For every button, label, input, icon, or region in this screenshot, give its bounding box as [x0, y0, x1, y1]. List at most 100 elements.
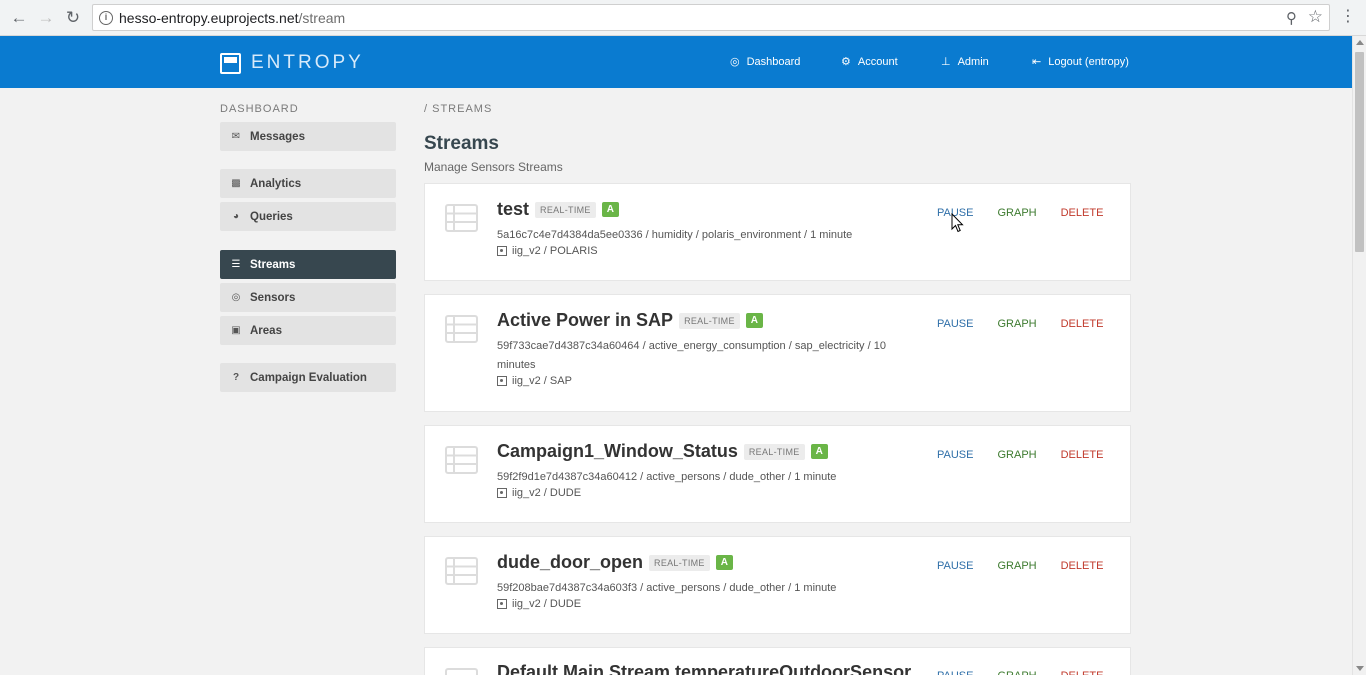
location-icon: [497, 488, 507, 498]
map-icon: ▣: [231, 325, 241, 336]
nav-logout[interactable]: ⇤ Logout (entropy): [1032, 55, 1129, 69]
pause-button[interactable]: PAUSE: [937, 560, 973, 572]
pause-button[interactable]: PAUSE: [937, 449, 973, 461]
sidebar-item-sensors[interactable]: ◎ Sensors: [220, 283, 396, 312]
delete-button[interactable]: DELETE: [1061, 207, 1104, 219]
inbox-icon: ✉: [231, 131, 241, 142]
stream-title[interactable]: Default Main Stream temperatureOutdoorSe…: [497, 662, 911, 675]
bookmark-star-icon[interactable]: ☆: [1308, 7, 1323, 27]
stream-location: iig_v2 / SAP: [497, 375, 917, 387]
stream-card: test REAL-TIME A 5a16c7c4e7d4384da5ee033…: [424, 183, 1131, 281]
browser-menu-icon[interactable]: ⋮: [1340, 7, 1356, 27]
delete-button[interactable]: DELETE: [1061, 318, 1104, 330]
stream-card: Active Power in SAP REAL-TIME A 59f733ca…: [424, 294, 1131, 412]
scroll-up-arrow-icon[interactable]: [1356, 40, 1364, 45]
bar-chart-icon: ▩: [231, 178, 241, 189]
sidebar-heading: DASHBOARD: [220, 103, 299, 115]
sidebar-item-queries[interactable]: ◕ Queries: [220, 202, 396, 231]
sidebar-item-label: Areas: [250, 324, 282, 337]
stream-meta: 59f208bae7d4387c34a603f3 / active_person…: [497, 582, 837, 594]
stream-title[interactable]: Active Power in SAP: [497, 310, 673, 331]
graph-button[interactable]: GRAPH: [997, 318, 1036, 330]
brand-name: ENTROPY: [251, 52, 364, 73]
sidebar-item-label: Messages: [250, 130, 305, 143]
sidebar-item-label: Analytics: [250, 177, 302, 190]
status-badge: A: [810, 444, 828, 459]
delete-button[interactable]: DELETE: [1061, 670, 1104, 675]
stream-location-text: iig_v2 / POLARIS: [512, 245, 598, 257]
target-icon: ◎: [231, 292, 241, 303]
page-subtitle: Manage Sensors Streams: [424, 160, 563, 174]
sidebar-item-label: Sensors: [250, 291, 296, 304]
nav-admin-label: Admin: [957, 55, 989, 68]
delete-button[interactable]: DELETE: [1061, 449, 1104, 461]
list-icon: [445, 446, 478, 474]
stream-title[interactable]: Campaign1_Window_Status: [497, 441, 738, 462]
stream-meta: 5a16c7c4e7d4384da5ee0336 / humidity / po…: [497, 229, 853, 241]
realtime-badge: REAL-TIME: [649, 554, 710, 571]
stream-title[interactable]: test: [497, 199, 529, 220]
stream-actions: PAUSE GRAPH DELETE: [937, 560, 1103, 572]
graph-button[interactable]: GRAPH: [997, 449, 1036, 461]
sidebar-item-campaign-evaluation[interactable]: ? Campaign Evaluation: [220, 363, 396, 392]
pie-chart-icon: ◕: [232, 211, 240, 222]
graph-button[interactable]: GRAPH: [997, 207, 1036, 219]
stream-card: Campaign1_Window_Status REAL-TIME A 59f2…: [424, 425, 1131, 523]
realtime-badge: REAL-TIME: [679, 312, 740, 329]
pause-button[interactable]: PAUSE: [937, 318, 973, 330]
pause-button[interactable]: PAUSE: [937, 670, 973, 675]
realtime-badge: REAL-TIME: [743, 443, 805, 460]
stream-card: Default Main Stream temperatureOutdoorSe…: [424, 647, 1131, 675]
location-icon: [497, 599, 507, 609]
stream-content: Active Power in SAP REAL-TIME A 59f733ca…: [497, 310, 917, 387]
gear-icon: ⚙: [841, 56, 851, 68]
sidebar-item-analytics[interactable]: ▩ Analytics: [220, 169, 396, 198]
graph-button[interactable]: GRAPH: [997, 670, 1036, 675]
pin-icon: ⊥: [941, 56, 951, 68]
question-icon: ?: [232, 372, 240, 383]
nav-account-label: Account: [857, 55, 898, 68]
reload-icon[interactable]: ↻: [62, 7, 84, 29]
back-arrow-icon[interactable]: ←: [8, 7, 30, 29]
stream-location: iig_v2 / DUDE: [497, 487, 917, 499]
sidebar-item-streams[interactable]: ☰ Streams: [220, 250, 396, 279]
delete-button[interactable]: DELETE: [1061, 560, 1104, 572]
site-info-icon[interactable]: i: [99, 11, 113, 25]
stream-location-text: iig_v2 / DUDE: [512, 487, 582, 499]
nav-account[interactable]: ⚙ Account: [841, 55, 898, 69]
list-icon: [445, 315, 478, 343]
stream-title[interactable]: dude_door_open: [497, 552, 643, 573]
address-bar[interactable]: i hesso-entropy.euprojects.net/stream ⚲ …: [92, 4, 1330, 31]
stream-actions: PAUSE GRAPH DELETE: [937, 318, 1103, 330]
stream-content: Default Main Stream temperatureOutdoorSe…: [497, 662, 917, 675]
page-scrollbar[interactable]: [1352, 36, 1366, 675]
stream-meta: 59f2f9d1e7d4387c34a60412 / active_person…: [497, 471, 837, 483]
brand-logo[interactable]: ENTROPY: [220, 52, 364, 74]
status-badge: A: [601, 202, 619, 217]
list-icon: [445, 668, 478, 675]
stream-location-text: iig_v2 / SAP: [512, 375, 572, 387]
nav-dashboard[interactable]: ◎ Dashboard: [730, 55, 800, 69]
sidebar-item-messages[interactable]: ✉ Messages: [220, 122, 396, 151]
nav-admin[interactable]: ⊥ Admin: [941, 55, 989, 69]
stream-card: dude_door_open REAL-TIME A 59f208bae7d43…: [424, 536, 1131, 634]
stream-content: test REAL-TIME A 5a16c7c4e7d4384da5ee033…: [497, 199, 917, 257]
sidebar-item-label: Streams: [250, 258, 296, 271]
url-text[interactable]: hesso-entropy.euprojects.net/stream: [119, 10, 345, 26]
app-header: ENTROPY ◎ Dashboard ⚙ Account ⊥ Admin ⇤ …: [0, 36, 1352, 88]
sidebar-item-areas[interactable]: ▣ Areas: [220, 316, 396, 345]
stream-content: dude_door_open REAL-TIME A 59f208bae7d43…: [497, 552, 917, 610]
nav-logout-label: Logout (entropy): [1048, 55, 1129, 68]
zoom-icon[interactable]: ⚲: [1286, 9, 1297, 27]
status-badge: A: [745, 313, 764, 328]
stream-meta: 59f733cae7d4387c34a60464 / active_energy…: [497, 340, 886, 371]
graph-button[interactable]: GRAPH: [997, 560, 1036, 572]
location-icon: [497, 376, 507, 386]
breadcrumb: / STREAMS: [424, 103, 493, 115]
scroll-thumb[interactable]: [1355, 52, 1364, 252]
stream-location-text: iig_v2 / DUDE: [512, 598, 582, 610]
browser-toolbar: ← → ↻ i hesso-entropy.euprojects.net/str…: [0, 0, 1366, 36]
scroll-down-arrow-icon[interactable]: [1356, 666, 1364, 671]
list-icon: [445, 557, 478, 585]
forward-arrow-icon[interactable]: →: [35, 7, 57, 29]
